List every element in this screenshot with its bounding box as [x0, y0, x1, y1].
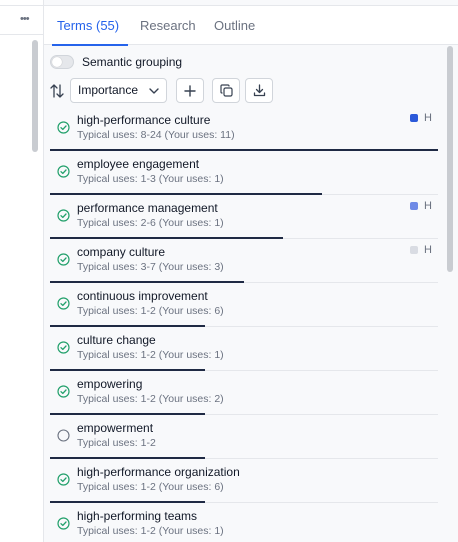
importance-indicator: H: [410, 200, 432, 212]
more-dots-icon[interactable]: •••: [20, 13, 30, 25]
tab-outline[interactable]: Outline: [214, 18, 255, 33]
check-circle-icon: [57, 253, 70, 266]
check-circle-icon: [57, 341, 70, 354]
importance-indicator: H: [410, 244, 432, 256]
term-label: continuous improvement: [77, 289, 208, 303]
empty-circle-icon: [57, 429, 70, 442]
term-row[interactable]: employee engagement Typical uses: 1-3 (Yo…: [50, 151, 438, 195]
term-label: high-performance culture: [77, 113, 211, 127]
tab-research[interactable]: Research: [140, 18, 196, 33]
term-row[interactable]: high-performance culture Typical uses: 8-…: [50, 107, 438, 151]
term-row[interactable]: empowerment Typical uses: 1-2: [50, 415, 438, 459]
sort-arrows-icon[interactable]: [50, 83, 64, 99]
check-circle-icon: [57, 473, 70, 486]
terms-panel: Terms (55) Research Outline Semantic gro…: [44, 0, 458, 542]
term-uses: Typical uses: 1-3 (Your uses: 1): [77, 173, 224, 185]
importance-swatch: [410, 246, 419, 254]
term-uses: Typical uses: 1-2 (Your uses: 6): [77, 481, 224, 493]
terms-list: high-performance culture Typical uses: 8-…: [50, 107, 438, 542]
check-circle-icon: [57, 297, 70, 310]
semantic-grouping-toggle[interactable]: [50, 55, 74, 69]
term-label: high-performance organization: [77, 465, 240, 479]
term-label: empowerment: [77, 421, 154, 435]
term-row[interactable]: culture change Typical uses: 1-2 (Your us…: [50, 327, 438, 371]
term-uses: Typical uses: 1-2: [77, 437, 156, 449]
copy-terms-button[interactable]: [212, 78, 240, 103]
importance-letter: H: [424, 112, 432, 124]
term-uses: Typical uses: 3-7 (Your uses: 3): [77, 261, 224, 273]
copy-icon: [219, 84, 233, 97]
sort-select-value: Importance: [78, 83, 139, 97]
term-row[interactable]: high-performance organization Typical use…: [50, 459, 438, 503]
importance-swatch: [410, 202, 419, 210]
importance-letter: H: [424, 200, 432, 212]
term-uses: Typical uses: 1-2 (Your uses: 2): [77, 393, 224, 405]
term-label: employee engagement: [77, 157, 200, 171]
term-label: high-performing teams: [77, 509, 198, 523]
term-uses: Typical uses: 8-24 (Your uses: 11): [77, 129, 235, 141]
panel-scrollbar[interactable]: [447, 46, 453, 272]
check-circle-icon: [57, 517, 70, 530]
plus-icon: [184, 84, 196, 97]
term-row[interactable]: empowering Typical uses: 1-2 (Your uses: …: [50, 371, 438, 415]
importance-letter: H: [424, 244, 432, 256]
term-uses: Typical uses: 1-2 (Your uses: 6): [77, 305, 224, 317]
download-terms-button[interactable]: [245, 78, 273, 103]
check-circle-icon: [57, 121, 70, 134]
sort-select[interactable]: Importance: [70, 78, 167, 103]
term-uses: Typical uses: 1-2 (Your uses: 1): [77, 525, 224, 537]
add-term-button[interactable]: [176, 78, 204, 103]
term-label: performance management: [77, 201, 218, 215]
importance-swatch: [410, 114, 419, 122]
left-pane: •••: [0, 0, 44, 542]
check-circle-icon: [57, 385, 70, 398]
tab-bar: Terms (55) Research Outline: [44, 5, 458, 46]
term-row[interactable]: performance management Typical uses: 2-6 …: [50, 195, 438, 239]
term-row[interactable]: high-performing teams Typical uses: 1-2 (…: [50, 503, 438, 542]
check-circle-icon: [57, 209, 70, 222]
left-scrollbar[interactable]: [32, 40, 38, 152]
chevron-down-icon: [149, 88, 159, 94]
left-topbar: •••: [0, 5, 44, 35]
term-label: empowering: [77, 377, 143, 391]
term-label: culture change: [77, 333, 156, 347]
term-row[interactable]: company culture Typical uses: 3-7 (Your u…: [50, 239, 438, 283]
term-label: company culture: [77, 245, 166, 259]
tab-terms[interactable]: Terms (55): [57, 18, 119, 33]
check-circle-icon: [57, 165, 70, 178]
toggle-knob: [52, 57, 62, 67]
term-uses: Typical uses: 2-6 (Your uses: 1): [77, 217, 224, 229]
importance-indicator: H: [410, 112, 432, 124]
term-row[interactable]: continuous improvement Typical uses: 1-2 …: [50, 283, 438, 327]
active-tab-indicator: [52, 44, 128, 46]
semantic-grouping-label: Semantic grouping: [82, 55, 183, 69]
term-uses: Typical uses: 1-2 (Your uses: 1): [77, 349, 224, 361]
download-icon: [253, 84, 265, 97]
semantic-grouping-row: Semantic grouping: [50, 54, 182, 70]
